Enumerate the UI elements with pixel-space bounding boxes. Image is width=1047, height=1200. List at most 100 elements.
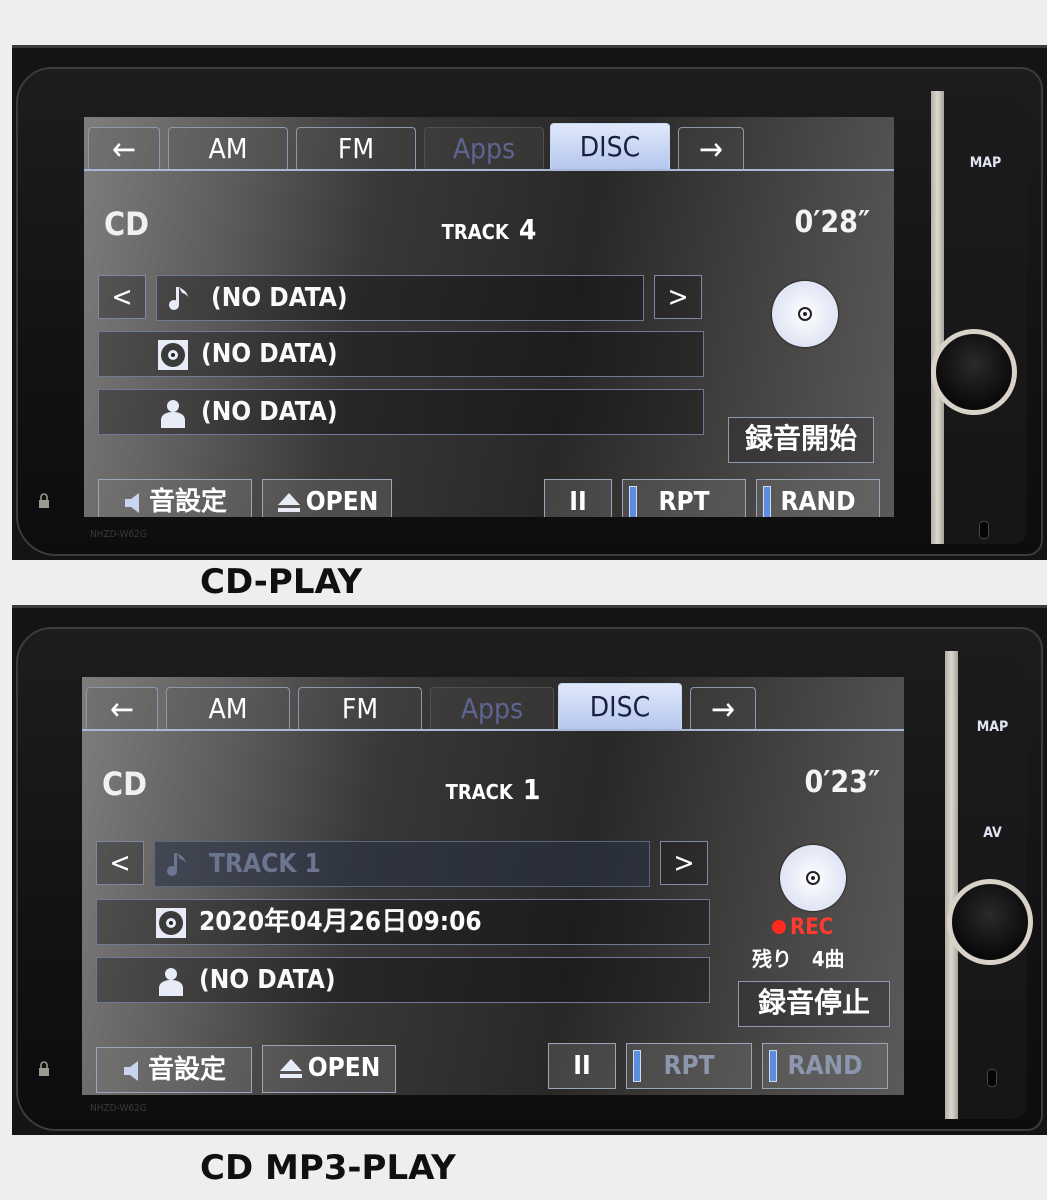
lock-icon — [39, 1061, 49, 1076]
arrow-right-icon: → — [698, 130, 724, 168]
music-note-icon — [169, 286, 188, 310]
title-row: (NO DATA) — [156, 275, 644, 321]
av-button[interactable]: AV — [958, 825, 1027, 841]
pause-button[interactable]: II — [548, 1043, 616, 1089]
arrow-left-icon: ← — [109, 690, 135, 728]
prev-track-button[interactable]: < — [96, 841, 144, 885]
track-number: 1 — [522, 773, 541, 806]
caption-cd-play: CD-PLAY — [200, 562, 363, 602]
disc-album-icon — [156, 907, 186, 938]
title-text: TRACK 1 — [209, 849, 321, 879]
map-button[interactable]: MAP — [958, 719, 1027, 735]
open-label: OPEN — [307, 1053, 381, 1083]
artist-row: (NO DATA) — [96, 957, 710, 1003]
elapsed-time: 0′28″ — [794, 205, 870, 240]
tab-disc[interactable]: DISC — [550, 123, 670, 169]
rec-label: REC — [790, 915, 834, 940]
tab-fm[interactable]: FM — [298, 687, 422, 729]
pause-icon: II — [569, 487, 587, 517]
prev-track-button[interactable]: < — [98, 275, 146, 319]
random-button[interactable]: RAND — [762, 1043, 888, 1089]
model-label: NHZD-W62G — [90, 529, 147, 540]
arrow-right-icon: → — [710, 690, 736, 728]
tab-prev-arrow[interactable]: ← — [88, 127, 160, 169]
pause-button[interactable]: II — [544, 479, 612, 517]
rec-dot-icon — [772, 920, 786, 934]
title-row: TRACK 1 — [154, 841, 650, 887]
open-label: OPEN — [305, 487, 379, 517]
repeat-label: RPT — [658, 487, 710, 517]
random-label: RAND — [787, 1051, 863, 1081]
tab-fm[interactable]: FM — [296, 127, 416, 169]
eject-icon — [279, 1058, 302, 1078]
record-start-button[interactable]: 録音開始 — [728, 417, 874, 463]
open-eject-button[interactable]: OPEN — [262, 479, 392, 517]
touch-screen: ← AM FM Apps DISC → CD TRACK 4 0′28″ < (N… — [84, 117, 894, 517]
tab-next-arrow[interactable]: → — [678, 127, 744, 169]
eject-icon — [277, 492, 300, 512]
sound-settings-label: 音設定 — [148, 487, 227, 517]
elapsed-time: 0′23″ — [804, 765, 880, 800]
record-stop-button[interactable]: 録音停止 — [738, 981, 890, 1027]
track-indicator: TRACK 1 — [82, 773, 904, 806]
tab-apps[interactable]: Apps — [424, 127, 544, 169]
unit-bezel: NHZD-W62G ← AM FM Apps DISC → CD TRACK 1 … — [16, 627, 1043, 1131]
cd-disc-icon — [772, 281, 838, 347]
sound-settings-button[interactable]: 音設定 — [96, 1047, 252, 1093]
model-label: NHZD-W62G — [90, 1103, 147, 1114]
tab-apps[interactable]: Apps — [430, 687, 554, 729]
artist-row: (NO DATA) — [98, 389, 704, 435]
random-label: RAND — [780, 487, 856, 517]
head-unit-cd-play: NHZD-W62G ← AM FM Apps DISC → CD TRACK 4 … — [12, 45, 1047, 560]
track-label: TRACK — [441, 220, 509, 244]
random-button[interactable]: RAND — [756, 479, 880, 517]
track-label: TRACK — [445, 780, 513, 804]
album-text: (NO DATA) — [201, 339, 338, 369]
artist-person-icon — [161, 399, 185, 428]
metal-strip — [945, 651, 958, 1119]
sound-settings-label: 音設定 — [147, 1055, 226, 1085]
volume-knob[interactable] — [947, 879, 1033, 965]
repeat-indicator — [633, 1050, 641, 1082]
rec-indicator: REC — [772, 915, 833, 940]
title-text: (NO DATA) — [211, 283, 348, 313]
random-indicator — [769, 1050, 777, 1082]
source-tabs: ← AM FM Apps DISC → — [84, 121, 894, 171]
track-number: 4 — [518, 213, 537, 246]
head-unit-cd-mp3-play: NHZD-W62G ← AM FM Apps DISC → CD TRACK 1 … — [12, 605, 1047, 1135]
artist-text: (NO DATA) — [201, 397, 338, 427]
repeat-label: RPT — [663, 1051, 715, 1081]
tab-am[interactable]: AM — [168, 127, 288, 169]
random-indicator — [763, 486, 771, 517]
side-panel: MAP — [931, 91, 1027, 544]
tab-disc[interactable]: DISC — [558, 683, 682, 729]
tab-prev-arrow[interactable]: ← — [86, 687, 158, 729]
sound-settings-button[interactable]: 音設定 — [98, 479, 252, 517]
album-text: 2020年04月26日09:06 — [199, 907, 482, 937]
disc-album-icon — [158, 339, 188, 370]
volume-knob[interactable] — [931, 329, 1017, 415]
speaker-icon — [124, 492, 139, 513]
next-track-button[interactable]: > — [660, 841, 708, 885]
artist-person-icon — [159, 967, 183, 996]
map-button[interactable]: MAP — [944, 155, 1027, 171]
remaining-tracks: 残り 4曲 — [752, 947, 845, 971]
reset-slot — [987, 1069, 997, 1087]
album-row: (NO DATA) — [98, 331, 704, 377]
tab-next-arrow[interactable]: → — [690, 687, 756, 729]
tab-am[interactable]: AM — [166, 687, 290, 729]
repeat-indicator — [629, 486, 637, 517]
metal-strip — [931, 91, 944, 544]
side-panel: MAP AV — [945, 651, 1033, 1119]
reset-slot — [979, 521, 989, 539]
music-note-icon — [167, 852, 186, 876]
touch-screen: ← AM FM Apps DISC → CD TRACK 1 0′23″ < TR… — [82, 677, 904, 1095]
repeat-button[interactable]: RPT — [622, 479, 746, 517]
artist-text: (NO DATA) — [199, 965, 336, 995]
next-track-button[interactable]: > — [654, 275, 702, 319]
album-row: 2020年04月26日09:06 — [96, 899, 710, 945]
arrow-left-icon: ← — [111, 130, 137, 168]
repeat-button[interactable]: RPT — [626, 1043, 752, 1089]
open-eject-button[interactable]: OPEN — [262, 1045, 396, 1093]
caption-cd-mp3-play: CD MP3-PLAY — [200, 1148, 456, 1188]
